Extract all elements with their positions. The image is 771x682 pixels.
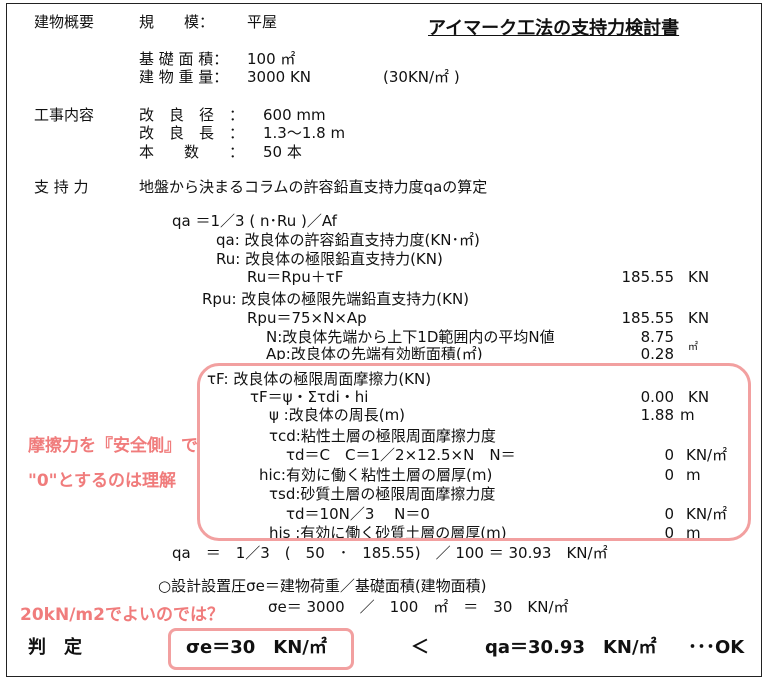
qa-formula: qa ＝1／3 ( n･Ru )／Af — [172, 212, 337, 230]
calc-value: 185.55 — [621, 309, 675, 327]
friction-comment-line1: 摩擦力を『安全側』で — [28, 436, 198, 456]
calc-line: Rpu＝75×N×Ap — [247, 309, 367, 327]
area-label: 基 礎 面 積： — [139, 50, 229, 68]
document-page: アイマーク工法の支持力検討書 建物概要 規 模： 平屋 基 礎 面 積： 100… — [0, 0, 771, 682]
less-than-sign: ＜ — [411, 637, 429, 658]
design-comment: 20kN/m2でよいのでは？ — [20, 605, 224, 625]
count-label: 本 数 ： — [139, 143, 245, 161]
calc-value: 8.75 — [640, 328, 674, 346]
scale-label: 規 模： — [139, 13, 215, 31]
weight-note: (30KN/㎡ ) — [383, 68, 460, 86]
length-label: 改 良 長 ： — [139, 124, 245, 142]
friction-callout-box — [197, 363, 751, 541]
verdict-ok: ･･･OK — [688, 637, 745, 658]
calc-unit: ㎡ — [688, 342, 698, 353]
calc-unit: KN — [688, 309, 710, 327]
diameter-value: 600 mm — [263, 106, 326, 124]
calc-line: qa: 改良体の許容鉛直支持力度(KN･㎡) — [216, 231, 480, 249]
document-title: アイマーク工法の支持力検討書 — [428, 18, 680, 39]
calc-line: N:改良体先端から上下1D範囲内の平均N値 — [266, 328, 555, 346]
calc-line: Rpu: 改良体の極限先端鉛直支持力(KN) — [202, 290, 470, 308]
calc-line: Ap:改良体の先端有効断面積(㎡) — [266, 345, 483, 360]
verdict-label: 判 定 — [28, 637, 82, 658]
weight-value: 3000 KN — [247, 68, 311, 86]
friction-comment-line2: "0"とするのは理解 — [28, 471, 177, 491]
overview-heading: 建物概要 — [34, 13, 95, 31]
weight-label: 建 物 重 量： — [139, 68, 229, 86]
calc-value: 0.28 — [640, 345, 674, 360]
scale-value: 平屋 — [247, 13, 278, 31]
verdict-qa: qa＝30.93 KN/㎡ — [485, 637, 657, 658]
calc-line: Ru: 改良体の極限鉛直支持力(KN) — [216, 250, 443, 268]
design-calc: σe＝ 3000 ／ 100 ㎡ ＝ 30 KN/㎡ — [268, 598, 569, 616]
diameter-label: 改 良 径 ： — [139, 106, 245, 124]
verdict-sigma: σe＝30 KN/㎡ — [186, 637, 327, 658]
calc-line: Ru＝Rpu＋τF — [247, 268, 344, 286]
qa-result: qa ＝ 1／3 ( 50 ･ 185.55) ／ 100 ＝ 30.93 KN… — [172, 544, 608, 562]
length-value: 1.3〜1.8 m — [263, 124, 346, 142]
bearing-description: 地盤から決まるコラムの許容鉛直支持力度qaの算定 — [139, 178, 488, 196]
calc-unit: KN — [688, 268, 710, 286]
area-value: 100 ㎡ — [247, 50, 296, 68]
calc-value: 185.55 — [621, 268, 675, 286]
bearing-heading: 支 持 力 — [34, 178, 89, 196]
design-heading: ○設計設置圧σe＝建物荷重／基礎面積(建物面積) — [158, 577, 487, 595]
count-value: 50 本 — [263, 143, 302, 161]
work-heading: 工事内容 — [34, 106, 95, 124]
